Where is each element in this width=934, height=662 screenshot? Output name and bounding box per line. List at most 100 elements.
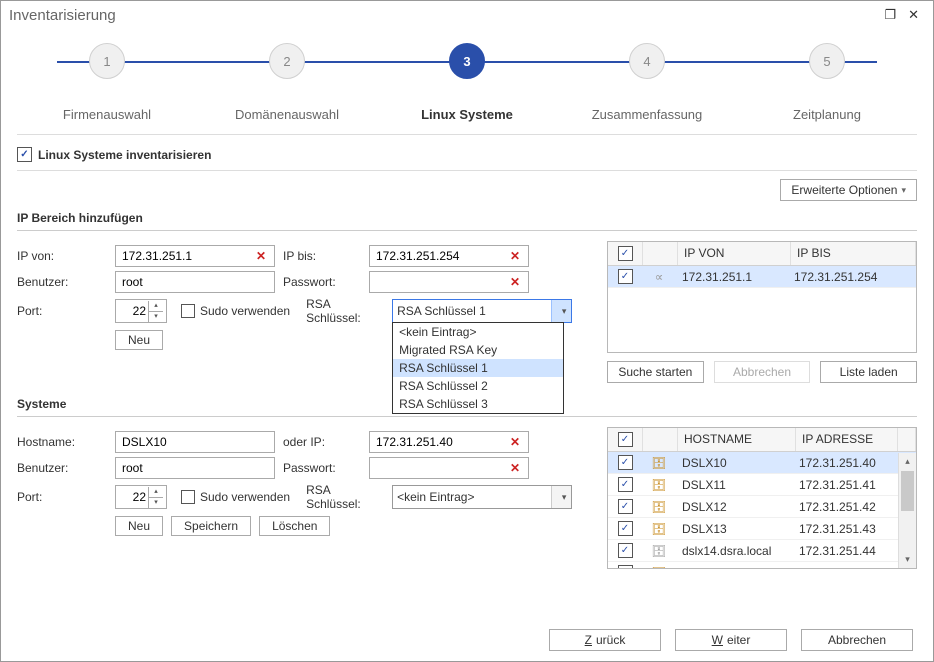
cell-ipvon: 172.31.251.1 <box>676 267 788 287</box>
save-system-button[interactable]: Speichern <box>171 516 251 536</box>
cell-ip: 172.31.251.45 <box>793 563 899 570</box>
table-row[interactable]: ✓🗄dslx14.dsra.local172.31.251.44 <box>608 540 916 562</box>
inventory-linux-checkbox[interactable]: ✓ Linux Systeme inventarisieren <box>17 147 211 162</box>
table-row[interactable]: ✓🗄DSLX13172.31.251.43 <box>608 518 916 540</box>
scrollbar[interactable]: ▴ ▾ <box>898 453 916 568</box>
step-dot: 2 <box>269 43 305 79</box>
header-checkbox[interactable]: ✓ <box>608 428 643 451</box>
rsa-option[interactable]: RSA Schlüssel 1 <box>393 359 563 377</box>
password-input[interactable]: ✕ <box>369 457 529 479</box>
row-checkbox[interactable]: ✓ <box>608 496 642 517</box>
table-row[interactable]: ✓∝172.31.251.1172.31.251.254 <box>608 266 916 288</box>
clear-icon[interactable]: ✕ <box>506 275 524 289</box>
stepper-up-icon[interactable]: ▴ <box>149 301 163 312</box>
wizard-footer: Zurück Weiter Abbrechen <box>549 629 913 651</box>
ip-from-input[interactable]: ✕ <box>115 245 275 267</box>
inventory-linux-label: Linux Systeme inventarisieren <box>38 148 211 162</box>
server-warn-icon: 🗄 <box>642 563 676 570</box>
rsa-option[interactable]: RSA Schlüssel 3 <box>393 395 563 413</box>
stepper-up-icon[interactable]: ▴ <box>149 487 163 498</box>
back-button[interactable]: Zurück <box>549 629 661 651</box>
ip-to-input[interactable]: ✕ <box>369 245 529 267</box>
start-search-button[interactable]: Suche starten <box>607 361 704 383</box>
rsa-option[interactable]: RSA Schlüssel 2 <box>393 377 563 395</box>
password-input[interactable]: ✕ <box>369 271 529 293</box>
wizard-step-label: Domänenauswahl <box>202 107 372 122</box>
rsa-option[interactable]: Migrated RSA Key <box>393 341 563 359</box>
scroll-down-icon[interactable]: ▾ <box>899 551 916 568</box>
cell-ip: 172.31.251.41 <box>793 475 899 495</box>
new-system-button[interactable]: Neu <box>115 516 163 536</box>
wizard-step-5[interactable]: 5 <box>742 43 912 79</box>
user-input[interactable] <box>115 271 275 293</box>
cell-hostname: DSLX13 <box>676 519 793 539</box>
wizard-step-1[interactable]: 1 <box>22 43 192 79</box>
rsa-option[interactable]: <kein Eintrag> <box>393 323 563 341</box>
or-ip-input[interactable]: ✕ <box>369 431 529 453</box>
ip-range-table: ✓ IP VON IP BIS ✓∝172.31.251.1172.31.251… <box>607 241 917 353</box>
server-icon: 🗄 <box>642 541 676 561</box>
row-checkbox[interactable]: ✓ <box>608 540 642 561</box>
sudo-checkbox[interactable]: Sudo verwenden <box>181 490 290 504</box>
load-list-button[interactable]: Liste laden <box>820 361 917 383</box>
scroll-up-icon[interactable]: ▴ <box>899 453 916 470</box>
table-row[interactable]: ✓🗄DSLX11172.31.251.41 <box>608 474 916 496</box>
step-dot: 4 <box>629 43 665 79</box>
cell-ip: 172.31.251.43 <box>793 519 899 539</box>
delete-system-button[interactable]: Löschen <box>259 516 330 536</box>
row-checkbox[interactable]: ✓ <box>608 474 642 495</box>
wizard-step-4[interactable]: 4 <box>562 43 732 79</box>
user-input[interactable] <box>115 457 275 479</box>
cancel-button[interactable]: Abbrechen <box>801 629 913 651</box>
row-checkbox[interactable]: ✓ <box>608 452 642 473</box>
chevron-down-icon: ▾ <box>901 185 906 196</box>
clear-icon[interactable]: ✕ <box>506 249 524 263</box>
cell-hostname: DSLX15 <box>676 563 793 570</box>
cancel-search-button: Abbrechen <box>714 361 811 383</box>
scroll-thumb[interactable] <box>901 471 914 511</box>
row-checkbox[interactable]: ✓ <box>608 518 642 539</box>
stepper-down-icon[interactable]: ▾ <box>149 498 163 508</box>
step-dot: 3 <box>449 43 485 79</box>
table-row[interactable]: ✓🗄DSLX12172.31.251.42 <box>608 496 916 518</box>
port-label: Port: <box>17 304 107 318</box>
col-ipbis: IP BIS <box>791 242 916 265</box>
extended-options-button[interactable]: Erweiterte Optionen ▾ <box>780 179 917 201</box>
port-stepper[interactable]: ▴▾ <box>115 485 167 509</box>
new-rsa-button[interactable]: Neu <box>115 330 163 350</box>
sudo-checkbox[interactable]: Sudo verwenden <box>181 304 290 318</box>
rsa-key-dropdown[interactable]: RSA Schlüssel 1 ▾ <kein Eintrag>Migrated… <box>392 299 572 323</box>
wizard-step-label: Zusammenfassung <box>562 107 732 122</box>
table-row[interactable]: ✓🗄DSLX15172.31.251.45 <box>608 562 916 569</box>
cell-ip: 172.31.251.42 <box>793 497 899 517</box>
port-stepper[interactable]: ▴▾ <box>115 299 167 323</box>
cell-hostname: DSLX10 <box>676 453 793 473</box>
col-ipvon: IP VON <box>678 242 791 265</box>
maximize-button[interactable]: ❐ <box>878 7 902 23</box>
row-checkbox[interactable]: ✓ <box>608 562 642 569</box>
window-title: Inventarisierung <box>9 7 116 24</box>
close-window-button[interactable]: ✕ <box>902 7 925 23</box>
chevron-down-icon: ▾ <box>551 486 571 508</box>
header-checkbox[interactable]: ✓ <box>608 242 643 265</box>
next-button[interactable]: Weiter <box>675 629 787 651</box>
table-header: ✓ IP VON IP BIS <box>608 242 916 266</box>
user-label: Benutzer: <box>17 461 107 475</box>
row-checkbox[interactable]: ✓ <box>608 266 642 287</box>
clear-icon[interactable]: ✕ <box>506 461 524 475</box>
table-header: ✓ HOSTNAME IP ADRESSE <box>608 428 916 452</box>
stepper-down-icon[interactable]: ▾ <box>149 312 163 322</box>
rsa-key-dropdown-systems[interactable]: <kein Eintrag> ▾ <box>392 485 572 509</box>
step-dot: 1 <box>89 43 125 79</box>
checkbox-icon: ✓ <box>17 147 32 162</box>
server-warn-icon: 🗄 <box>642 497 676 517</box>
password-label: Passwort: <box>283 461 361 475</box>
clear-icon[interactable]: ✕ <box>252 249 270 263</box>
col-ip: IP ADRESSE <box>796 428 898 451</box>
wizard-step-2[interactable]: 2 <box>202 43 372 79</box>
wizard-step-3[interactable]: 3 <box>382 43 552 79</box>
table-row[interactable]: ✓🗄DSLX10172.31.251.40 <box>608 452 916 474</box>
hostname-label: Hostname: <box>17 435 107 449</box>
hostname-input[interactable] <box>115 431 275 453</box>
clear-icon[interactable]: ✕ <box>506 435 524 449</box>
